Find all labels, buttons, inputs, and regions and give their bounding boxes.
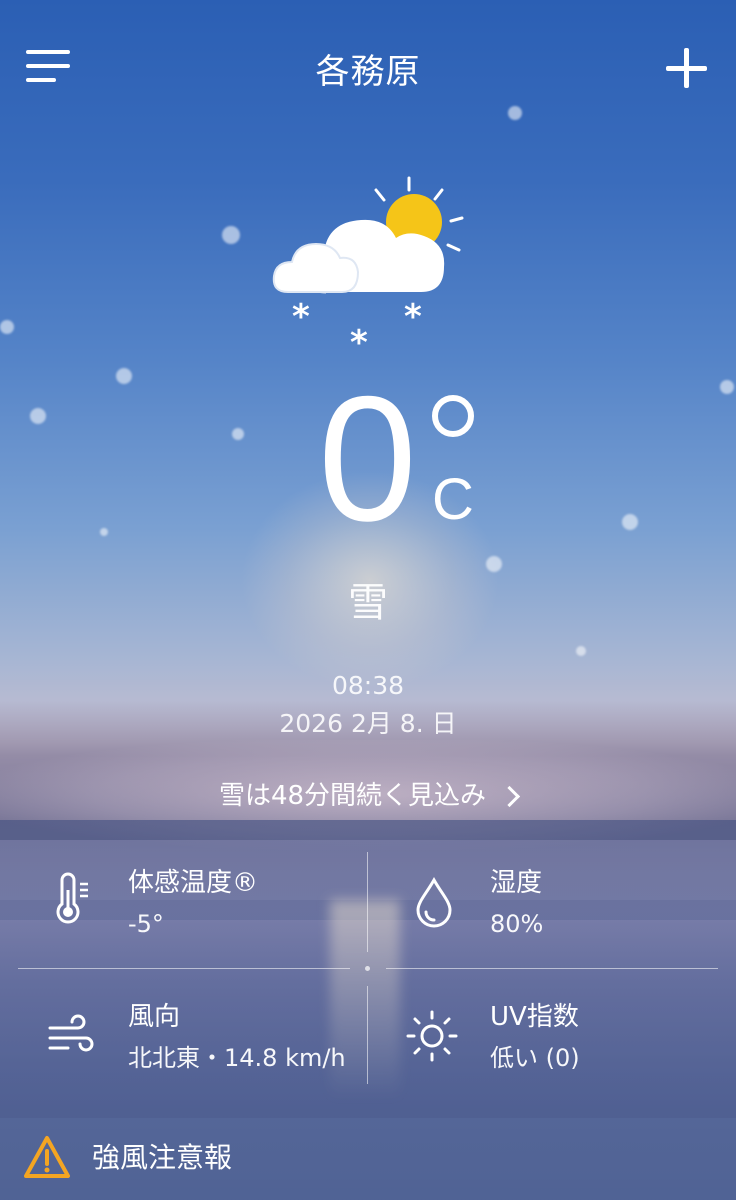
temperature-unit: C	[432, 467, 474, 532]
humidity-value: 80%	[490, 910, 544, 938]
snowflake	[0, 320, 14, 334]
sun-icon	[406, 1010, 458, 1062]
wind-icon	[48, 1014, 94, 1052]
feels-like-label: 体感温度®	[128, 868, 259, 898]
hamburger-menu-icon	[26, 50, 70, 54]
wind-value: 北北東・14.8 km/h	[128, 1044, 346, 1072]
water-drop-icon	[416, 876, 452, 928]
weather-alert-banner[interactable]: 強風注意報	[0, 1118, 736, 1200]
snowflake	[100, 528, 108, 536]
snowflake	[232, 428, 244, 440]
grid-divider	[367, 986, 368, 1084]
app-header: 各務原	[0, 0, 736, 140]
wind-label: 風向	[128, 1002, 181, 1032]
temperature-value: 0	[318, 359, 417, 558]
precipitation-forecast-link[interactable]: 雪は48分間続く見込み	[150, 778, 586, 814]
precipitation-forecast-text: 雪は48分間続く見込み	[218, 781, 487, 811]
add-location-button[interactable]	[664, 48, 708, 92]
hamburger-menu-icon-bar	[26, 78, 56, 82]
snowflake	[622, 514, 638, 530]
uv-index-value: 低い (0)	[490, 1044, 580, 1072]
uv-index-label: UV指数	[490, 1002, 579, 1032]
weather-alert-text: 強風注意報	[92, 1141, 233, 1174]
svg-text:*: *	[404, 297, 422, 337]
svg-text:*: *	[292, 297, 310, 337]
weather-condition: 雪	[348, 580, 388, 626]
city-name: 各務原	[315, 52, 421, 92]
svg-text:*: *	[350, 323, 368, 352]
grid-divider	[18, 968, 350, 969]
snowflake	[116, 368, 132, 384]
snowflake	[576, 646, 586, 656]
humidity-label: 湿度	[490, 868, 543, 898]
snowflake	[720, 380, 734, 394]
grid-divider	[367, 852, 368, 952]
grid-divider	[386, 968, 718, 969]
observation-time: 08:38	[331, 671, 405, 700]
snowflake	[486, 556, 502, 572]
degree-symbol	[432, 395, 474, 437]
feels-like-value: -5°	[128, 910, 164, 938]
snowflake	[222, 226, 240, 244]
snowflake	[30, 408, 46, 424]
partly-cloudy-snow-icon: * * *	[272, 176, 464, 352]
warning-icon	[24, 1136, 70, 1178]
observation-date: 2026 2月 8. 日	[279, 709, 457, 738]
menu-button[interactable]	[26, 48, 72, 86]
thermometer-icon	[56, 872, 88, 924]
chevron-right-icon	[498, 785, 521, 807]
hamburger-menu-icon-bar	[26, 64, 70, 68]
grid-divider-dot	[365, 966, 370, 971]
